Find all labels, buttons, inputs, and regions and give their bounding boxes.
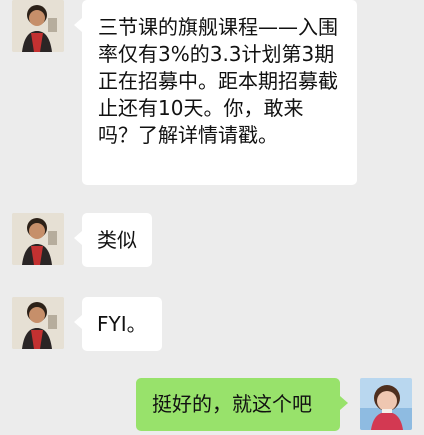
- message-text: 三节课的旗舰课程——入围率仅有3%的3.3计划第3期正在招募中。距本期招募截止还…: [98, 15, 338, 147]
- message-text: 挺好的，就这个吧: [152, 392, 312, 416]
- sender-avatar[interactable]: [12, 0, 64, 52]
- incoming-message-bubble[interactable]: FYI。: [74, 297, 162, 351]
- message-text: 类似: [97, 228, 137, 252]
- incoming-message-bubble[interactable]: 类似: [74, 213, 152, 267]
- sender-avatar[interactable]: [12, 297, 64, 349]
- person-photo-avatar-icon: [360, 378, 412, 430]
- incoming-message-bubble[interactable]: 三节课的旗舰课程——入围率仅有3%的3.3计划第3期正在招募中。距本期招募截止还…: [74, 0, 357, 185]
- person-photo-avatar-icon: [12, 297, 64, 349]
- message-text: FYI。: [97, 312, 147, 336]
- recipient-avatar[interactable]: [360, 378, 412, 430]
- outgoing-message-bubble[interactable]: 挺好的，就这个吧: [136, 378, 348, 431]
- sender-avatar[interactable]: [12, 213, 64, 265]
- chat-thread: 三节课的旗舰课程——入围率仅有3%的3.3计划第3期正在招募中。距本期招募截止还…: [0, 0, 424, 435]
- person-photo-avatar-icon: [12, 213, 64, 265]
- person-photo-avatar-icon: [12, 0, 64, 52]
